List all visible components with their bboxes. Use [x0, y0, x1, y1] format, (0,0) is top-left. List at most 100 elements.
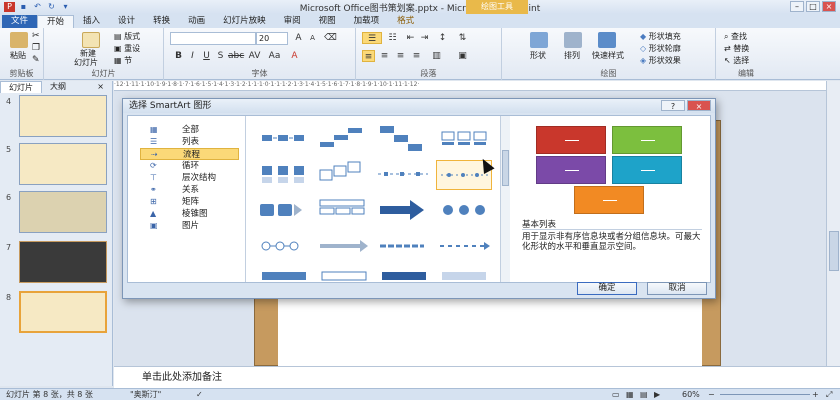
close-icon[interactable]: ×	[822, 1, 836, 12]
category-process[interactable]: ⇢ 流程	[140, 148, 239, 160]
columns-icon[interactable]: ▥	[430, 50, 443, 62]
tab-slideshow[interactable]: 幻灯片放映	[214, 15, 275, 28]
shape-outline-button[interactable]: ◇ 形状轮廓	[640, 43, 681, 54]
zoom-out-icon[interactable]: −	[708, 389, 715, 400]
close-pane-icon[interactable]: ×	[89, 81, 112, 93]
layout-repeating-bending[interactable]	[316, 232, 372, 262]
shape-fill-button[interactable]: ◆ 形状填充	[640, 31, 681, 42]
tab-insert[interactable]: 插入	[74, 15, 109, 28]
tab-design[interactable]: 设计	[109, 15, 144, 28]
char-spacing-icon[interactable]: AV	[248, 50, 261, 62]
category-picture[interactable]: ▣ 图片	[140, 220, 239, 232]
layout-alternating-flow[interactable]	[256, 160, 312, 190]
change-case-icon[interactable]: Aa	[268, 50, 281, 62]
tab-outline[interactable]: 大纲	[42, 81, 74, 93]
layout-vertical-chevron[interactable]	[256, 268, 312, 282]
find-button[interactable]: ⌕ 查找	[724, 31, 747, 42]
layout-picture-process[interactable]	[376, 268, 432, 282]
new-slide-button-line2[interactable]: 幻灯片	[74, 57, 98, 68]
layout-step-down[interactable]	[376, 124, 432, 154]
tab-file[interactable]: 文件	[2, 15, 38, 28]
zoom-in-icon[interactable]: +	[812, 389, 819, 400]
font-name-select[interactable]	[170, 32, 256, 45]
layout-accent-process[interactable]	[436, 124, 492, 154]
bold-icon[interactable]: B	[172, 50, 185, 62]
gallery-scrollbar-thumb[interactable]	[502, 150, 509, 186]
convert-smartart-icon[interactable]: ▣	[456, 50, 469, 62]
zoom-level[interactable]: 60%	[682, 389, 700, 400]
ok-button[interactable]: 确定	[577, 282, 637, 295]
cut-icon[interactable]: ✂	[32, 31, 40, 41]
slide-thumbnail-7[interactable]: 7	[0, 241, 113, 287]
underline-icon[interactable]: U	[200, 50, 213, 62]
layout-circle-process[interactable]	[436, 196, 492, 226]
layout-continuous-block[interactable]	[316, 160, 372, 190]
shrink-font-icon[interactable]: A	[306, 32, 319, 44]
tab-home[interactable]: 开始	[37, 15, 75, 28]
decrease-indent-icon[interactable]: ⇤	[404, 32, 417, 44]
tab-animations[interactable]: 动画	[179, 15, 214, 28]
grow-font-icon[interactable]: A	[292, 32, 305, 44]
category-relationship[interactable]: ⚭ 关系	[140, 184, 239, 196]
minimize-icon[interactable]: –	[790, 1, 804, 12]
paste-icon[interactable]	[10, 32, 28, 48]
select-button[interactable]: ↖ 选择	[724, 55, 749, 66]
zoom-slider[interactable]	[720, 394, 810, 395]
slide-thumbnail-5[interactable]: 5	[0, 143, 113, 189]
replace-button[interactable]: ⇄ 替换	[724, 43, 749, 54]
layout-hexagon-process[interactable]	[436, 268, 492, 282]
tab-transitions[interactable]: 转换	[144, 15, 179, 28]
layout-arrow-ribbon[interactable]	[436, 232, 492, 262]
tab-review[interactable]: 审阅	[275, 15, 310, 28]
shapes-button[interactable]: 形状	[530, 50, 546, 61]
slide-thumbnail-4[interactable]: 4	[0, 95, 113, 141]
shadow-icon[interactable]: S	[214, 50, 227, 62]
font-color-icon[interactable]: A	[288, 50, 301, 62]
arrange-icon[interactable]	[564, 32, 582, 48]
layout-process-arrows[interactable]	[256, 196, 312, 226]
section-button[interactable]: ▦ 节	[114, 55, 132, 66]
sorter-view-icon[interactable]: ▦	[626, 389, 634, 400]
tab-format[interactable]: 格式	[388, 15, 423, 28]
help-icon[interactable]: ?	[661, 100, 685, 111]
category-hierarchy[interactable]: ⊤ 层次结构	[140, 172, 239, 184]
increase-indent-icon[interactable]: ⇥	[418, 32, 431, 44]
category-matrix[interactable]: ⊞ 矩阵	[140, 196, 239, 208]
italic-icon[interactable]: I	[186, 50, 199, 62]
align-left-icon[interactable]: ≡	[362, 50, 375, 62]
fit-window-icon[interactable]: ⤢	[826, 389, 832, 400]
category-pyramid[interactable]: ▲ 棱锥图	[140, 208, 239, 220]
clear-format-icon[interactable]: ⌫	[324, 32, 337, 44]
align-right-icon[interactable]: ≡	[394, 50, 407, 62]
spell-check-icon[interactable]: ✓	[196, 389, 203, 400]
slide-thumbnail-8[interactable]: 8	[0, 291, 113, 337]
text-direction-icon[interactable]: ⇅	[456, 32, 469, 44]
strikethrough-icon[interactable]: abc	[228, 50, 244, 62]
reset-button[interactable]: ▣ 重设	[114, 43, 140, 54]
new-slide-icon[interactable]	[82, 32, 100, 48]
layout-step-up[interactable]	[316, 124, 372, 154]
close-icon[interactable]: ×	[687, 100, 711, 111]
tab-slides[interactable]: 幻灯片	[0, 81, 42, 93]
cancel-button[interactable]: 取消	[647, 282, 707, 295]
scrollbar-thumb[interactable]	[829, 231, 839, 271]
bullets-icon[interactable]: ☰	[362, 32, 382, 44]
layout-segmented-process[interactable]	[376, 232, 432, 262]
layout-button[interactable]: ▤ 版式	[114, 31, 140, 42]
category-all[interactable]: ▦ 全部	[140, 124, 239, 136]
quick-styles-button[interactable]: 快速样式	[592, 50, 624, 61]
slideshow-view-icon[interactable]: ▶	[654, 389, 660, 400]
layout-vertical-list[interactable]	[316, 268, 372, 282]
quick-styles-icon[interactable]	[598, 32, 616, 48]
restore-icon[interactable]: □	[806, 1, 820, 12]
vertical-scrollbar[interactable]	[826, 81, 840, 366]
font-size-select[interactable]: 20	[256, 32, 288, 45]
category-cycle[interactable]: ⟳ 循环	[140, 160, 239, 172]
layout-basic-process[interactable]	[256, 124, 312, 154]
layout-chevron-list[interactable]	[376, 160, 432, 190]
slide-thumbnail-6[interactable]: 6	[0, 191, 113, 237]
paste-button[interactable]: 粘贴	[10, 50, 26, 61]
reading-view-icon[interactable]: ▤	[640, 389, 648, 400]
gallery-scrollbar[interactable]	[500, 116, 510, 282]
shape-effects-button[interactable]: ◈ 形状效果	[640, 55, 681, 66]
